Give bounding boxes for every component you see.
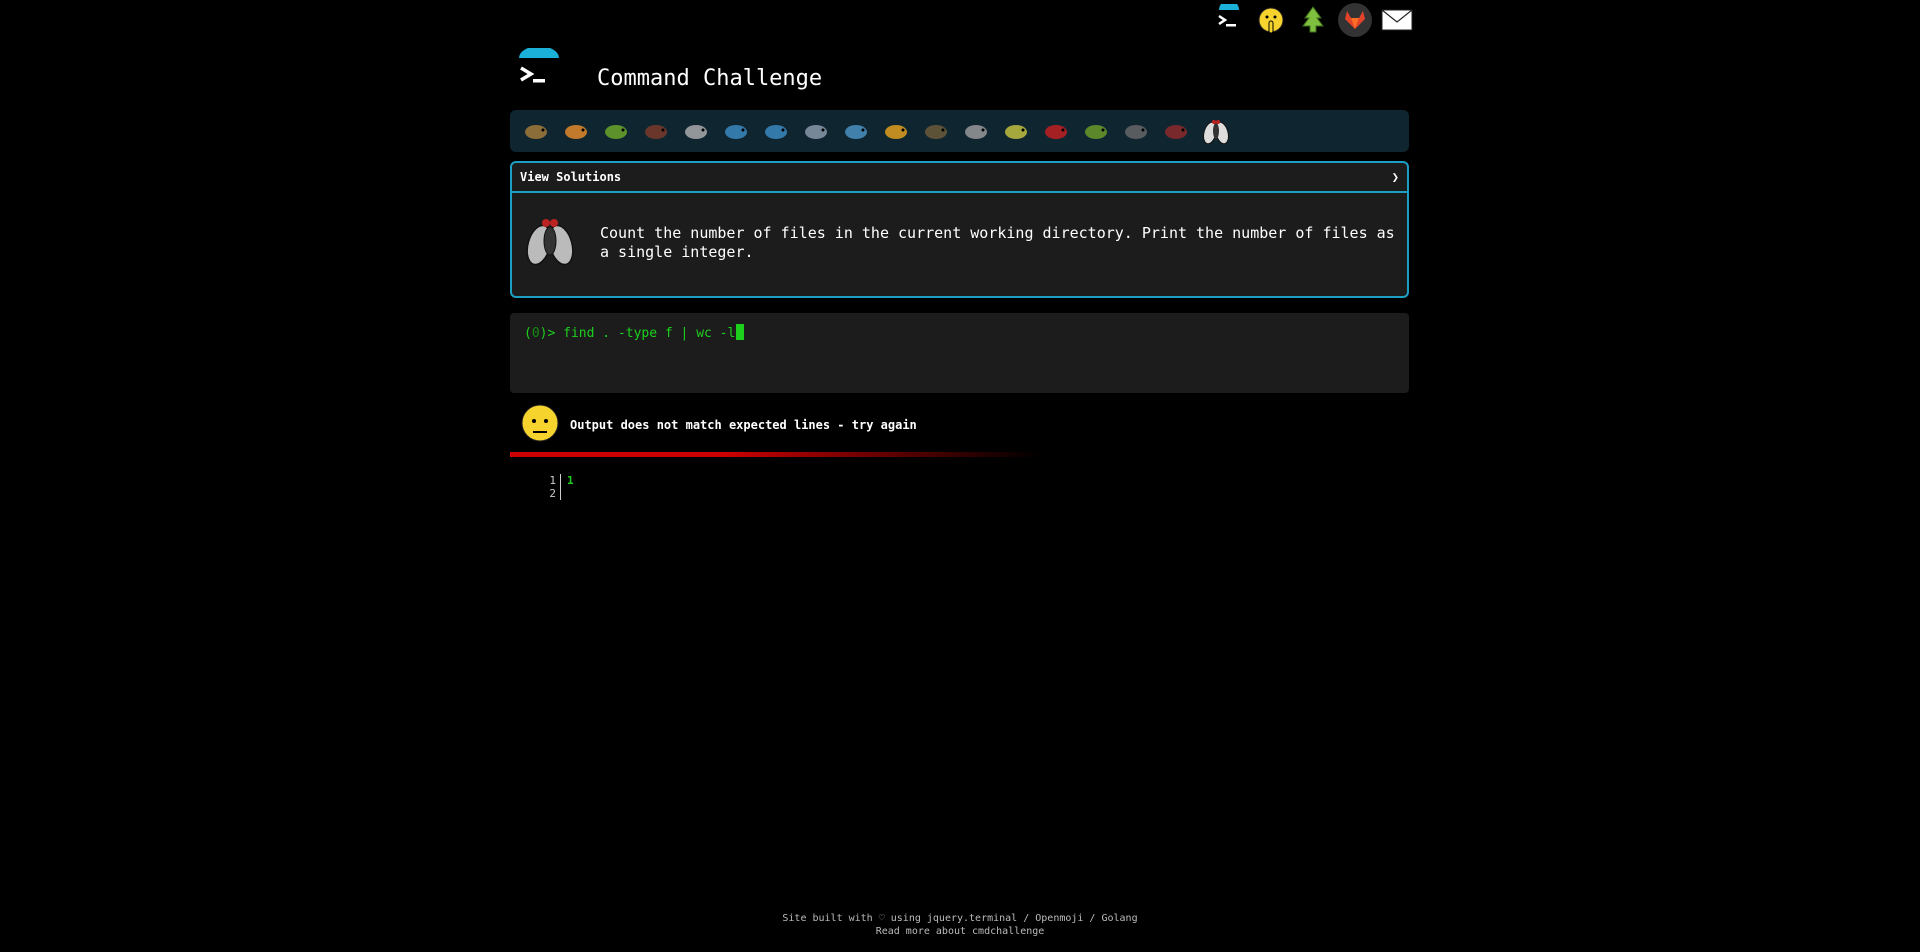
snail-icon[interactable] — [518, 113, 554, 149]
footer: Site built with ♡ using jquery.terminal … — [0, 912, 1920, 938]
task-panel: View Solutions ❯ Count the number of fil… — [510, 161, 1409, 298]
neutral-face-icon — [520, 403, 560, 447]
fly-icon — [524, 211, 576, 275]
footer-credits: Site built with ♡ using jquery.terminal … — [782, 913, 1138, 924]
fly-icon[interactable] — [1198, 113, 1234, 149]
caterpillar-icon[interactable] — [598, 113, 634, 149]
challenge-bar — [510, 110, 1409, 152]
pufferfish-icon[interactable] — [918, 113, 954, 149]
page-title: Command Challenge — [597, 65, 823, 91]
fish-icon[interactable] — [838, 113, 874, 149]
tropical-fish-icon[interactable] — [878, 113, 914, 149]
view-solutions-toggle[interactable]: View Solutions ❯ — [512, 163, 1407, 193]
logo-icon[interactable] — [515, 46, 565, 98]
ant-icon[interactable] — [638, 113, 674, 149]
line-value — [561, 487, 567, 500]
command-input[interactable]: find . -type f | wc -l — [563, 326, 735, 341]
mosquito-icon[interactable] — [1118, 113, 1154, 149]
shark-icon[interactable] — [798, 113, 834, 149]
output-line: 2 — [540, 487, 574, 500]
scorpion-icon[interactable] — [1158, 113, 1194, 149]
gitlab-fox-icon[interactable] — [1338, 3, 1372, 37]
result-text: Output does not match expected lines - t… — [570, 418, 917, 432]
terminal-icon[interactable] — [1212, 3, 1246, 37]
task-description: Count the number of files in the current… — [600, 224, 1395, 261]
terminal-cursor — [736, 324, 745, 340]
line-number: 1 — [540, 474, 561, 487]
whale-icon[interactable] — [718, 113, 754, 149]
butterfly-icon[interactable] — [558, 113, 594, 149]
result-message: Output does not match expected lines - t… — [520, 403, 917, 447]
terminal-prompt: (0)> — [524, 326, 555, 341]
prompt-close: )> — [539, 326, 556, 341]
envelope-icon[interactable] — [1380, 3, 1414, 37]
ladybug-icon[interactable] — [1038, 113, 1074, 149]
top-nav — [1212, 3, 1414, 37]
line-number: 2 — [540, 487, 561, 500]
error-bar — [510, 452, 1040, 457]
site-header: Command Challenge — [515, 46, 823, 98]
terminal[interactable]: (0)> find . -type f | wc -l — [510, 313, 1409, 393]
wolf-icon[interactable] — [958, 113, 994, 149]
bee-icon[interactable] — [998, 113, 1034, 149]
prompt-open: ( — [524, 326, 532, 341]
view-solutions-label: View Solutions — [520, 170, 622, 184]
prompt-count: 0 — [531, 326, 540, 341]
tree-icon[interactable] — [1296, 3, 1330, 37]
output-line: 1 1 — [540, 474, 574, 487]
output-diff: 1 1 2 — [540, 474, 574, 500]
read-more-link[interactable]: Read more about cmdchallenge — [876, 926, 1045, 937]
dolphin-icon[interactable] — [758, 113, 794, 149]
shushing-face-icon[interactable] — [1254, 3, 1288, 37]
chevron-right-icon[interactable]: ❯ — [1392, 170, 1399, 184]
worm-icon[interactable] — [1078, 113, 1114, 149]
spider-web-icon[interactable] — [678, 113, 714, 149]
line-value: 1 — [567, 474, 574, 487]
